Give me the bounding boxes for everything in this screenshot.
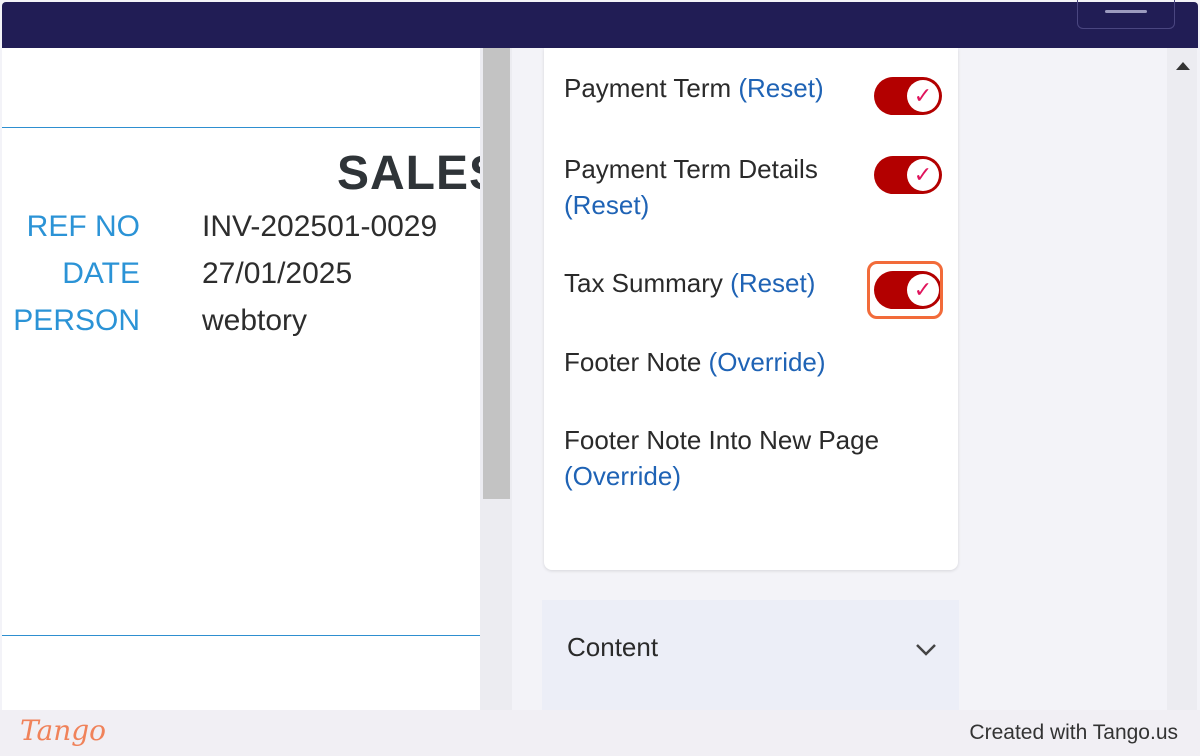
person-label: PERSON — [13, 304, 140, 337]
ref-no-label: REF NO — [26, 210, 140, 243]
tango-logo: Tango — [20, 714, 107, 747]
chevron-down-icon[interactable] — [914, 642, 938, 658]
person-value: webtory — [202, 304, 308, 337]
scroll-up-icon[interactable] — [1176, 62, 1190, 70]
divider — [2, 635, 480, 636]
content-label: Content — [567, 632, 659, 662]
hamburger-icon — [1105, 10, 1147, 13]
menu-button[interactable] — [1077, 0, 1175, 29]
page-scrollbar[interactable] — [1167, 48, 1197, 710]
option-footer-note-new-page: Footer Note Into New Page (Override) — [564, 422, 924, 494]
payment-term-details-toggle[interactable]: ✓ — [874, 156, 942, 194]
check-icon: ✓ — [907, 80, 939, 112]
date-label: DATE — [62, 257, 140, 290]
document-title: SALES — [337, 147, 480, 200]
option-payment-term: Payment Term (Reset) — [564, 70, 854, 106]
reset-link[interactable]: (Reset) — [738, 73, 823, 103]
option-label: Payment Term Details — [564, 154, 818, 184]
option-payment-term-details: Payment Term Details (Reset) — [564, 151, 854, 223]
invoice-preview: SALES REF NO INV-202501-0029 DATE 27/01/… — [2, 48, 480, 710]
top-navbar — [2, 0, 1198, 48]
check-icon: ✓ — [907, 159, 939, 191]
option-label: Footer Note — [564, 347, 702, 377]
option-label: Footer Note Into New Page — [564, 425, 880, 455]
divider — [2, 127, 480, 128]
footer-bar: Tango Created with Tango.us — [0, 710, 1200, 756]
created-with-text: Created with Tango.us — [969, 721, 1178, 744]
option-tax-summary: Tax Summary (Reset) — [564, 265, 854, 301]
override-link[interactable]: (Override) — [709, 347, 826, 377]
date-value: 27/01/2025 — [202, 257, 353, 290]
preview-scrollbar-thumb[interactable] — [483, 48, 510, 499]
reset-link[interactable]: (Reset) — [564, 190, 649, 220]
ref-no-value: INV-202501-0029 — [202, 210, 438, 243]
override-link[interactable]: (Override) — [564, 461, 681, 491]
option-footer-note: Footer Note (Override) — [564, 344, 854, 380]
option-label: Payment Term — [564, 73, 732, 103]
reset-link[interactable]: (Reset) — [730, 268, 815, 298]
option-label: Tax Summary — [564, 268, 723, 298]
click-highlight — [867, 261, 943, 319]
content-accordion[interactable]: Content — [542, 600, 959, 710]
payment-term-toggle[interactable]: ✓ — [874, 77, 942, 115]
